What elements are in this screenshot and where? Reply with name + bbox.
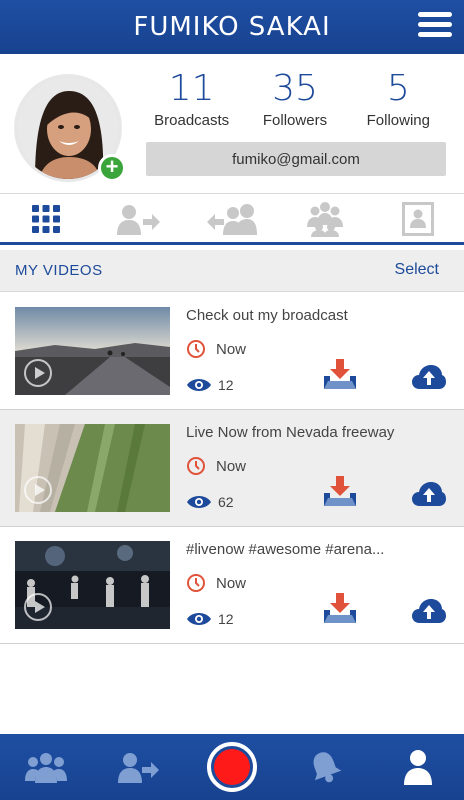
profile-section: + 11 Broadcasts 35 Followers 5 Following…: [0, 54, 464, 194]
cloud-upload-icon[interactable]: [412, 482, 446, 506]
stat-followers[interactable]: 35 Followers: [243, 68, 346, 138]
stat-following[interactable]: 5 Following: [347, 68, 450, 138]
email-field[interactable]: fumiko@gmail.com: [146, 142, 446, 176]
cloud-upload-icon[interactable]: [412, 365, 446, 389]
user-share-icon: [118, 753, 160, 783]
tab-grid[interactable]: [0, 195, 93, 242]
following-label: Following: [366, 112, 430, 129]
list-item[interactable]: Check out my broadcast Now 12: [0, 293, 464, 410]
views-count: 12: [218, 377, 234, 393]
eye-icon: [187, 379, 211, 391]
download-icon[interactable]: [322, 593, 358, 627]
record-button[interactable]: [186, 734, 279, 800]
play-icon: [24, 593, 52, 621]
play-icon: [24, 476, 52, 504]
video-title: #livenow #awesome #arena...: [186, 541, 385, 558]
eye-icon: [187, 613, 211, 625]
users-icon: [206, 203, 257, 235]
nav-notifications[interactable]: [278, 734, 371, 800]
contact-card-icon: [401, 201, 434, 236]
bell-icon: [313, 752, 342, 783]
video-title: Check out my broadcast: [186, 307, 348, 324]
stat-broadcasts[interactable]: 11 Broadcasts: [140, 68, 243, 138]
record-icon: [206, 742, 257, 792]
video-time-label: Now: [216, 457, 247, 475]
video-thumbnail[interactable]: [15, 307, 170, 395]
views-count: 62: [218, 494, 234, 510]
user-icon: [403, 750, 432, 785]
profile-tabs: [0, 195, 464, 245]
broadcasts-count: 11: [168, 68, 215, 109]
download-icon[interactable]: [322, 476, 358, 510]
grid-icon: [32, 204, 61, 233]
page-title: FUMIKO SAKAI: [133, 12, 331, 42]
clock-icon: [187, 457, 205, 475]
section-title: MY VIDEOS: [15, 262, 103, 279]
eye-icon: [187, 496, 211, 508]
following-count: 5: [386, 68, 410, 109]
bottom-nav: [0, 734, 464, 800]
clock-icon: [187, 340, 205, 358]
nav-community[interactable]: [0, 734, 93, 800]
avatar[interactable]: +: [14, 74, 126, 182]
clock-icon: [187, 574, 205, 592]
followers-count: 35: [272, 68, 318, 109]
video-views: 62: [186, 494, 234, 510]
video-title: Live Now from Nevada freeway: [186, 424, 395, 441]
video-views: 12: [186, 611, 234, 627]
video-time: Now: [186, 339, 246, 359]
app-header: FUMIKO SAKAI: [0, 0, 464, 54]
play-icon: [24, 359, 52, 387]
users-icon: [25, 753, 68, 783]
tab-users[interactable]: [186, 195, 279, 242]
video-time: Now: [186, 456, 246, 476]
group-icon: [306, 201, 343, 237]
tab-contact[interactable]: [371, 195, 464, 242]
video-views: 12: [186, 377, 234, 393]
user-share-icon: [117, 204, 161, 235]
video-time: Now: [186, 573, 246, 593]
nav-share[interactable]: [93, 734, 186, 800]
video-thumbnail[interactable]: [15, 424, 170, 512]
nav-profile[interactable]: [371, 734, 464, 800]
tab-group[interactable]: [278, 195, 371, 242]
broadcasts-label: Broadcasts: [154, 112, 230, 129]
list-item[interactable]: Live Now from Nevada freeway Now 62: [0, 410, 464, 527]
video-thumbnail[interactable]: [15, 541, 170, 629]
cloud-upload-icon[interactable]: [412, 599, 446, 623]
download-icon[interactable]: [322, 359, 358, 393]
select-button[interactable]: Select: [395, 261, 439, 279]
hamburger-menu-icon[interactable]: [418, 12, 452, 42]
video-time-label: Now: [216, 340, 247, 358]
video-time-label: Now: [216, 574, 247, 592]
views-count: 12: [218, 611, 234, 627]
my-videos-header: MY VIDEOS Select: [0, 250, 464, 292]
list-item[interactable]: #livenow #awesome #arena... Now 12: [0, 527, 464, 644]
followers-label: Followers: [262, 112, 328, 129]
add-friend-icon[interactable]: +: [98, 154, 126, 182]
tab-share[interactable]: [93, 195, 186, 242]
profile-stats: 11 Broadcasts 35 Followers 5 Following: [140, 68, 450, 138]
